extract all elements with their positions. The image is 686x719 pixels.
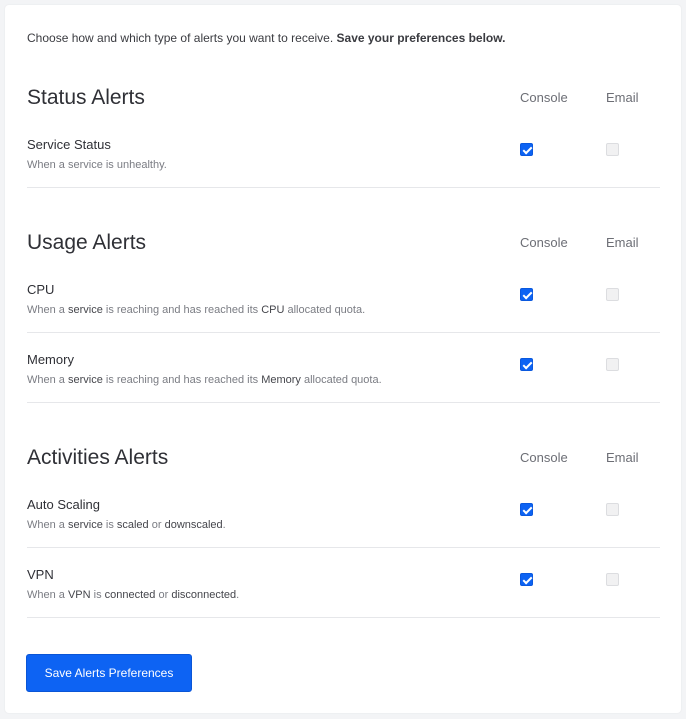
intro-text: Choose how and which type of alerts you … [27,31,505,45]
console-checkbox[interactable] [520,358,533,371]
description-text: . [236,589,240,601]
description-highlight: service [67,304,103,316]
alert-row-service-status: Service Status When a service is unhealt… [27,137,660,188]
description-text: is [102,519,117,531]
console-checkbox[interactable] [520,573,533,586]
alert-description: When a service is unhealthy. [27,159,167,171]
alert-title: Service Status [27,137,111,152]
alert-title: VPN [27,567,54,582]
description-text: or [155,589,172,601]
description-highlight: service [67,519,103,531]
description-highlight: service [67,374,103,386]
alert-row-cpu: CPU When a service is reaching and has r… [27,282,660,333]
column-label-email: Email [606,450,639,465]
email-checkbox[interactable] [606,503,619,516]
description-text: is reaching and has reached its [102,374,262,386]
email-checkbox[interactable] [606,143,619,156]
column-label-email: Email [606,235,639,250]
description-text: or [148,519,165,531]
section-header-activities: Activities Alerts Console Email [27,446,660,476]
email-checkbox[interactable] [606,358,619,371]
description-text: When a [27,374,68,386]
description-highlight: scaled [116,519,149,531]
section-title: Activities Alerts [27,446,169,469]
description-text: . [222,519,226,531]
description-text: is [90,589,105,601]
alert-description: When a VPN is connected or disconnected. [27,589,239,601]
description-highlight: downscaled [164,519,223,531]
intro-plain: Choose how and which type of alerts you … [27,31,337,45]
alert-row-auto-scaling: Auto Scaling When a service is scaled or… [27,497,660,548]
alert-description: When a service is reaching and has reach… [27,374,382,386]
description-text: allocated quota. [300,374,382,386]
column-label-console: Console [520,235,568,250]
section-header-status: Status Alerts Console Email [27,86,660,116]
alert-row-memory: Memory When a service is reaching and ha… [27,352,660,403]
section-title: Usage Alerts [27,231,147,254]
column-label-console: Console [520,450,568,465]
alert-description: When a service is reaching and has reach… [27,304,365,316]
email-checkbox[interactable] [606,573,619,586]
intro-bold: Save your preferences below. [336,31,506,45]
alert-row-vpn: VPN When a VPN is connected or disconnec… [27,567,660,618]
description-text: When a service is unhealthy. [27,159,167,171]
description-highlight: VPN [67,589,91,601]
section-title: Status Alerts [27,86,145,109]
section-header-usage: Usage Alerts Console Email [27,231,660,261]
console-checkbox[interactable] [520,288,533,301]
alert-title: CPU [27,282,55,297]
description-highlight: Memory [261,374,301,386]
column-label-email: Email [606,90,639,105]
description-text: allocated quota. [284,304,366,316]
description-text: When a [27,519,68,531]
description-highlight: disconnected [171,589,237,601]
description-highlight: CPU [261,304,285,316]
console-checkbox[interactable] [520,143,533,156]
column-label-console: Console [520,90,568,105]
alert-description: When a service is scaled or downscaled. [27,519,226,531]
alerts-preferences-card: Choose how and which type of alerts you … [5,5,681,713]
description-text: When a [27,589,68,601]
description-highlight: connected [104,589,156,601]
alert-title: Memory [27,352,74,367]
alert-title: Auto Scaling [27,497,100,512]
console-checkbox[interactable] [520,503,533,516]
description-text: is reaching and has reached its [102,304,262,316]
email-checkbox[interactable] [606,288,619,301]
save-alerts-preferences-button[interactable]: Save Alerts Preferences [26,654,192,692]
description-text: When a [27,304,68,316]
